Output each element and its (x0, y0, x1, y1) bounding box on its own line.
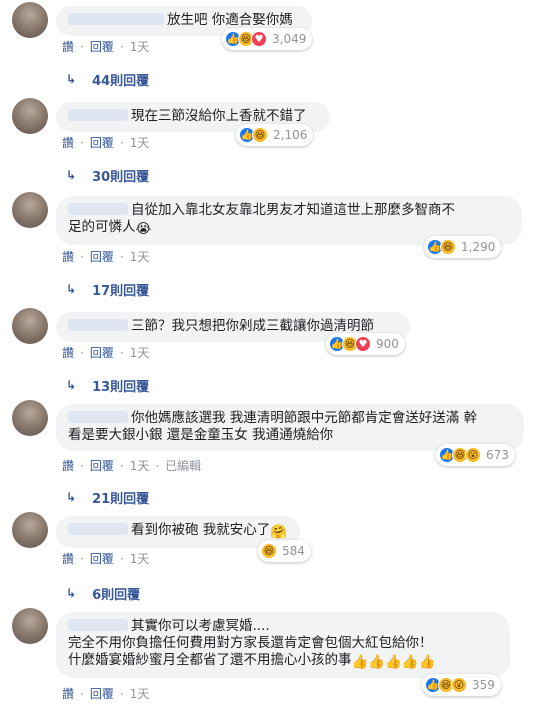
reaction-summary[interactable]: 👍 😆 1,290 (424, 236, 502, 258)
timestamp[interactable]: 1天 (130, 551, 150, 567)
avatar[interactable] (12, 608, 48, 644)
view-replies[interactable]: ↳ 30則回覆 (66, 166, 149, 185)
commenter-name-blurred[interactable] (68, 109, 128, 121)
reply-arrow-icon: ↳ (66, 72, 77, 86)
comment-bubble: 其實你可以考慮冥婚.... 完全不用你負擔任何費用對方家長還肯定會包個大紅包給你… (56, 612, 510, 678)
comment-actions: 讚 · 回覆 · 1天 (62, 249, 150, 265)
reaction-count: 1,290 (461, 240, 496, 254)
comment-text: 你他媽應該選我 我連清明節跟中元節都肯定會送好送滿 幹 看是要大銀小銀 還是金童… (68, 410, 478, 443)
view-replies[interactable]: ↳ 44則回覆 (66, 70, 149, 89)
like-link[interactable]: 讚 (62, 39, 74, 55)
haha-icon: 😆 (252, 127, 268, 143)
avatar[interactable] (12, 192, 48, 228)
comment-actions: 讚 · 回覆 · 1天 (62, 345, 150, 361)
comment-actions: 讚 · 回覆 · 1天 (62, 135, 150, 151)
like-link[interactable]: 讚 (62, 551, 74, 567)
timestamp[interactable]: 1天 (130, 135, 150, 151)
reaction-count: 3,049 (272, 32, 307, 46)
reaction-summary[interactable]: 👍 😆 😮 673 (436, 444, 515, 466)
reply-arrow-icon: ↳ (66, 282, 77, 296)
timestamp[interactable]: 1天 (130, 458, 150, 474)
haha-icon: 😆 (440, 239, 456, 255)
avatar[interactable] (12, 98, 48, 134)
avatar[interactable] (12, 512, 48, 548)
like-link[interactable]: 讚 (62, 458, 74, 474)
reaction-summary[interactable]: 👍 😆 ♥ 3,049 (222, 28, 313, 50)
commenter-name-blurred[interactable] (68, 523, 128, 535)
avatar[interactable] (12, 2, 48, 38)
avatar[interactable] (12, 400, 48, 436)
reply-link[interactable]: 回覆 (90, 686, 114, 702)
reaction-count: 900 (376, 337, 399, 351)
comment-text: 三節？我只想把你剁成三截讓你過清明節 (131, 318, 374, 334)
haha-icon: 😆 (261, 543, 277, 559)
reaction-count: 2,106 (273, 128, 308, 142)
reaction-summary[interactable]: 😆 584 (258, 540, 311, 562)
comment-actions: 讚 · 回覆 · 1天 (62, 686, 150, 702)
replies-count[interactable]: 21則回覆 (92, 488, 149, 507)
wow-icon: 😮 (451, 677, 467, 693)
reply-link[interactable]: 回覆 (90, 135, 114, 151)
view-replies[interactable]: ↳ 6則回覆 (66, 584, 140, 603)
view-replies[interactable]: ↳ 17則回覆 (66, 280, 149, 299)
reply-arrow-icon: ↳ (66, 168, 77, 182)
reply-link[interactable]: 回覆 (90, 39, 114, 55)
reply-link[interactable]: 回覆 (90, 249, 114, 265)
reply-link[interactable]: 回覆 (90, 551, 114, 567)
reaction-summary[interactable]: 👍 😆 ♥ 900 (326, 333, 405, 355)
like-link[interactable]: 讚 (62, 135, 74, 151)
replies-count[interactable]: 13則回覆 (92, 376, 149, 395)
replies-count[interactable]: 44則回覆 (92, 70, 149, 89)
love-icon: ♥ (355, 336, 371, 352)
replies-count[interactable]: 17則回覆 (92, 280, 149, 299)
reply-link[interactable]: 回覆 (90, 345, 114, 361)
reaction-count: 584 (282, 544, 305, 558)
reply-arrow-icon: ↳ (66, 490, 77, 504)
reply-link[interactable]: 回覆 (90, 458, 114, 474)
commenter-name-blurred[interactable] (68, 319, 128, 331)
like-link[interactable]: 讚 (62, 345, 74, 361)
replies-count[interactable]: 6則回覆 (92, 584, 140, 603)
commenter-name-blurred[interactable] (68, 13, 164, 25)
avatar[interactable] (12, 308, 48, 344)
hugging-emoji-icon: 🤗 (270, 524, 288, 540)
comment-text: 現在三節沒給你上香就不錯了 (131, 108, 307, 124)
reaction-count: 673 (486, 448, 509, 462)
like-link[interactable]: 讚 (62, 249, 74, 265)
timestamp[interactable]: 1天 (130, 345, 150, 361)
view-replies[interactable]: ↳ 13則回覆 (66, 376, 149, 395)
comment-actions: 讚 · 回覆 · 1天 · 已編輯 (62, 458, 202, 474)
comment-text: 看到你被砲 我就安心了 (131, 522, 271, 538)
timestamp[interactable]: 1天 (130, 39, 150, 55)
love-icon: ♥ (251, 31, 267, 47)
replies-count[interactable]: 30則回覆 (92, 166, 149, 185)
commenter-name-blurred[interactable] (68, 203, 128, 215)
crying-emoji-icon: 😭 (135, 221, 152, 237)
commenter-name-blurred[interactable] (68, 411, 128, 423)
view-replies[interactable]: ↳ 21則回覆 (66, 488, 149, 507)
reaction-summary[interactable]: 👍 😆 😮 359 (422, 674, 501, 696)
reaction-summary[interactable]: 👍 😆 2,106 (236, 124, 314, 146)
like-link[interactable]: 讚 (62, 686, 74, 702)
timestamp[interactable]: 1天 (130, 249, 150, 265)
commenter-name-blurred[interactable] (68, 619, 128, 631)
timestamp[interactable]: 1天 (130, 686, 150, 702)
comment-actions: 讚 · 回覆 · 1天 (62, 39, 150, 55)
reaction-count: 359 (472, 678, 495, 692)
comment-actions: 讚 · 回覆 · 1天 (62, 551, 150, 567)
wow-icon: 😮 (465, 447, 481, 463)
thumbs-up-emoji-icon: 👍👍👍👍👍 (351, 654, 436, 670)
edited-label: 已編輯 (165, 459, 202, 473)
reply-arrow-icon: ↳ (66, 378, 77, 392)
reply-arrow-icon: ↳ (66, 586, 77, 600)
comment-text: 放生吧 你適合娶你媽 (167, 12, 293, 28)
